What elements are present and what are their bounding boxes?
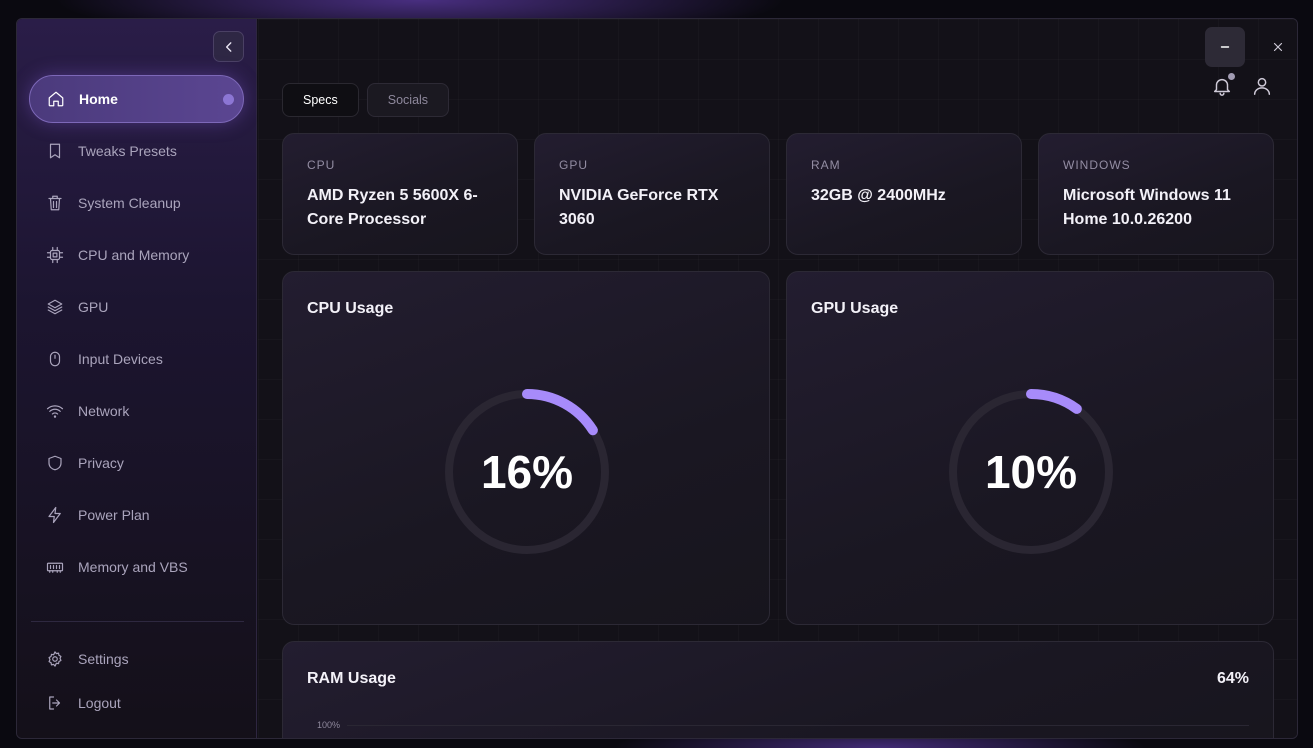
sidebar: Home Tweaks Presets System Cleanup CPU a… [17, 19, 257, 738]
tab-bar: Specs Socials [282, 83, 450, 117]
app-window: Home Tweaks Presets System Cleanup CPU a… [16, 18, 1298, 739]
gpu-usage-title: GPU Usage [811, 300, 899, 317]
spec-card-gpu: GPU NVIDIA GeForce RTX 3060 [534, 133, 770, 255]
sidebar-item-label: Settings [78, 651, 129, 667]
chip-icon [46, 246, 64, 264]
sidebar-item-label: Network [78, 403, 130, 419]
notifications-button[interactable] [1210, 73, 1235, 98]
sidebar-item-settings[interactable]: Settings [29, 639, 244, 679]
spec-label: RAM [811, 158, 841, 172]
sidebar-bottom-nav: Settings Logout [29, 639, 244, 727]
sidebar-item-tweaks-presets[interactable]: Tweaks Presets [29, 127, 244, 175]
minimize-button[interactable] [1205, 27, 1245, 67]
sidebar-item-label: Tweaks Presets [78, 143, 177, 159]
chevron-left-icon [225, 41, 231, 52]
spec-label: GPU [559, 158, 589, 172]
sidebar-item-label: CPU and Memory [78, 247, 190, 263]
mouse-icon [46, 350, 64, 368]
ram-usage-value: 64% [1216, 670, 1249, 687]
sidebar-item-logout[interactable]: Logout [29, 683, 244, 723]
main-content: Specs Socials CPU AMD Ryzen 5 5600X 6-Co… [258, 19, 1297, 738]
sidebar-item-power-plan[interactable]: Power Plan [29, 491, 244, 539]
spec-label: WINDOWS [1063, 158, 1131, 172]
sidebar-item-cpu-and-memory[interactable]: CPU and Memory [29, 231, 244, 279]
spec-value: Microsoft Windows 11 Home 10.0.26200 [1063, 187, 1231, 228]
sidebar-nav: Home Tweaks Presets System Cleanup CPU a… [29, 75, 244, 595]
sidebar-divider [31, 621, 244, 622]
cpu-usage-card: CPU Usage 16% [282, 271, 770, 625]
ram-usage-title: RAM Usage [307, 670, 396, 687]
collapse-sidebar-button[interactable] [213, 31, 244, 62]
memory-icon [46, 558, 64, 576]
gpu-usage-gauge: 10% [944, 385, 1118, 559]
sidebar-item-label: System Cleanup [78, 195, 181, 211]
spec-card-ram: RAM 32GB @ 2400MHz [786, 133, 1022, 255]
tab-specs[interactable]: Specs [282, 83, 359, 117]
spec-label: CPU [307, 158, 336, 172]
sidebar-item-label: Privacy [78, 455, 124, 471]
sidebar-item-input-devices[interactable]: Input Devices [29, 335, 244, 383]
sidebar-item-label: Input Devices [78, 351, 163, 367]
gear-icon [46, 650, 64, 668]
sidebar-item-label: Logout [78, 695, 121, 711]
spec-card-windows: WINDOWS Microsoft Windows 11 Home 10.0.2… [1038, 133, 1274, 255]
sidebar-item-gpu[interactable]: GPU [29, 283, 244, 331]
notification-dot [1228, 73, 1235, 80]
cpu-usage-title: CPU Usage [307, 300, 394, 317]
lightning-icon [46, 506, 64, 524]
layers-icon [46, 298, 64, 316]
cpu-usage-value: 16% [480, 446, 574, 498]
sidebar-item-home[interactable]: Home [29, 75, 244, 123]
close-window-button[interactable] [1258, 27, 1297, 67]
spec-card-cpu: CPU AMD Ryzen 5 5600X 6-Core Processor [282, 133, 518, 255]
gpu-usage-value: 10% [984, 446, 1078, 498]
sidebar-item-memory-and-vbs[interactable]: Memory and VBS [29, 543, 244, 591]
gpu-usage-card: GPU Usage 10% [786, 271, 1274, 625]
wifi-icon [46, 402, 64, 420]
shield-icon [46, 454, 64, 472]
tab-socials[interactable]: Socials [366, 83, 450, 117]
spec-value: AMD Ryzen 5 5600X 6-Core Processor [307, 187, 478, 228]
sidebar-item-label: Memory and VBS [78, 559, 188, 575]
sidebar-item-system-cleanup[interactable]: System Cleanup [29, 179, 244, 227]
sidebar-item-privacy[interactable]: Privacy [29, 439, 244, 487]
profile-button[interactable] [1250, 74, 1274, 98]
spec-value: 32GB @ 2400MHz [811, 187, 946, 204]
sidebar-item-label: GPU [78, 299, 109, 315]
ram-gridline [347, 725, 1249, 726]
user-icon [1253, 77, 1271, 95]
close-icon [1273, 42, 1283, 52]
sidebar-item-label: Home [79, 91, 118, 107]
logout-icon [46, 694, 64, 712]
bookmark-icon [46, 142, 64, 160]
ram-usage-card: RAM Usage 64% 100% [282, 641, 1274, 738]
sidebar-item-label: Power Plan [78, 507, 150, 523]
spec-value: NVIDIA GeForce RTX 3060 [559, 187, 719, 228]
minimize-icon [1220, 46, 1230, 48]
cpu-usage-gauge: 16% [440, 385, 614, 559]
ram-axis-tick: 100% [317, 720, 341, 730]
sidebar-item-network[interactable]: Network [29, 387, 244, 435]
trash-icon [46, 194, 64, 212]
active-indicator [223, 94, 234, 105]
home-icon [47, 90, 65, 108]
